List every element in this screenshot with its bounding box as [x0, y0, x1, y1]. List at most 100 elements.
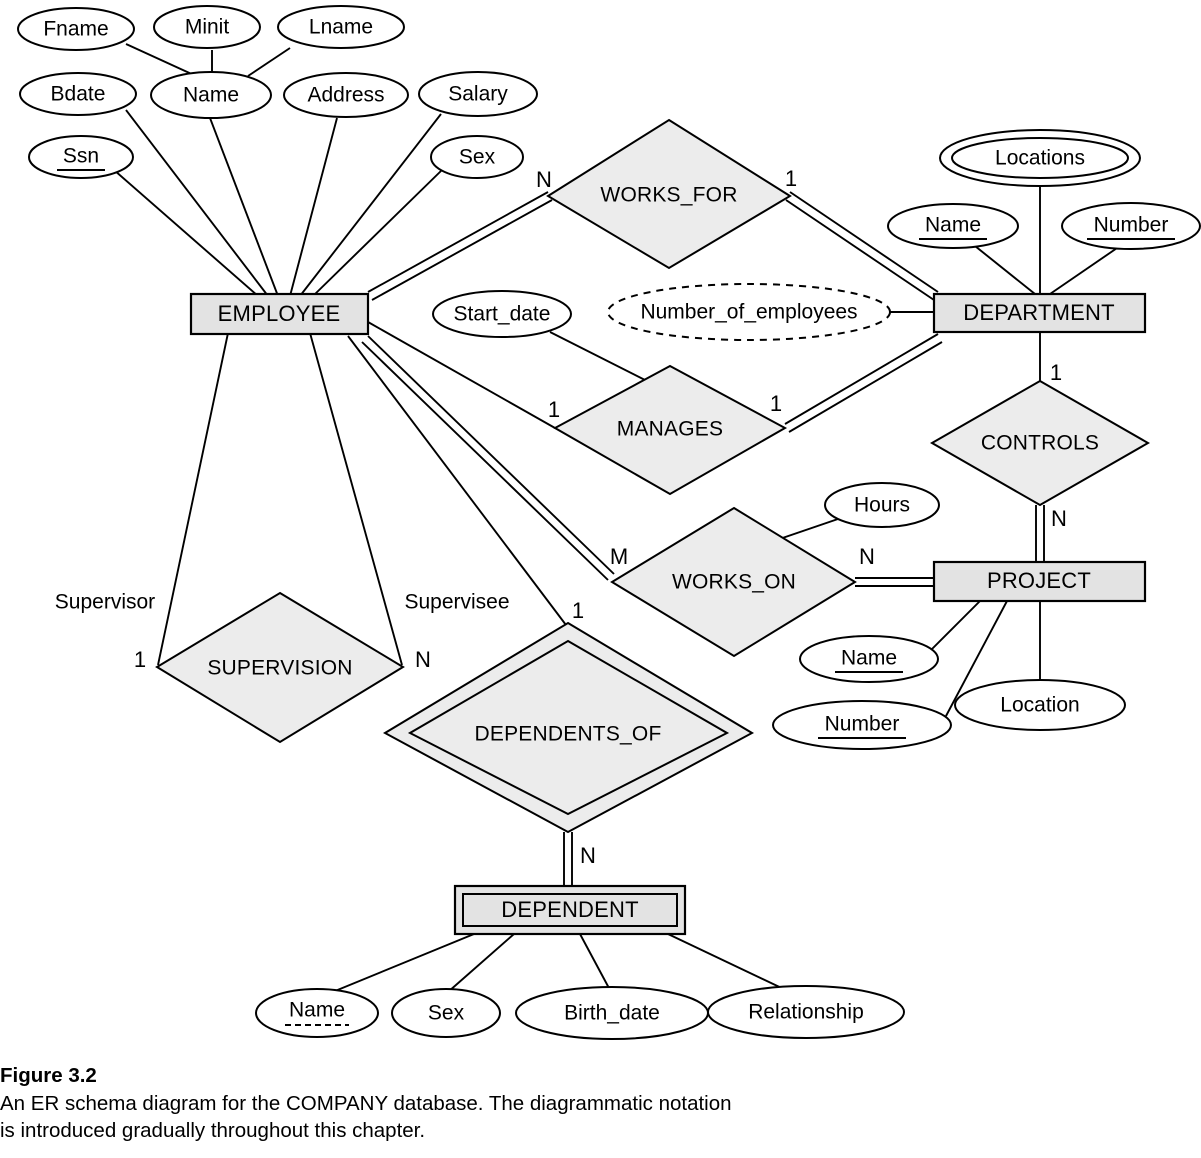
attribute-dependent-name[interactable]: Name [255, 988, 379, 1038]
relationship-supervision[interactable]: SUPERVISION [155, 591, 405, 744]
attribute-project-number[interactable]: Number [772, 700, 952, 750]
attribute-employee-address-label: Address [307, 84, 384, 107]
entity-dependent[interactable]: DEPENDENT [453, 884, 687, 936]
relationship-works-on-label: WORKS_ON [672, 571, 796, 594]
attribute-employee-lname[interactable]: Lname [277, 5, 405, 49]
link-salary-employee [299, 113, 442, 297]
attribute-department-number-of-employees-label: Number_of_employees [640, 301, 857, 324]
attribute-dependent-birth-date[interactable]: Birth_date [515, 986, 709, 1040]
entity-project-label: PROJECT [987, 568, 1091, 593]
link-employee-supervision-supervisee [309, 332, 403, 666]
link-proj-name-project [930, 600, 981, 651]
link-lname-name [247, 47, 291, 77]
attribute-dependent-sex-label: Sex [428, 1002, 465, 1025]
link-employee-dependents_of [347, 335, 567, 626]
attribute-dependent-sex[interactable]: Sex [391, 988, 501, 1038]
attribute-employee-bdate[interactable]: Bdate [19, 72, 137, 116]
link-dept-number-department [1049, 245, 1121, 295]
attribute-employee-name[interactable]: Name [150, 71, 272, 119]
attribute-dependent-relationship[interactable]: Relationship [707, 985, 905, 1039]
attribute-department-number-label: Number [1094, 214, 1169, 237]
attribute-employee-ssn[interactable]: Ssn [28, 135, 134, 179]
link-manages-department-a [784, 333, 939, 425]
cardinality-works-on-project: N [859, 544, 875, 569]
link-employee-works_on-b [361, 341, 609, 581]
link-dep-sex-dependent [447, 933, 515, 993]
role-label-supervisor: Supervisor [55, 591, 155, 614]
attribute-employee-salary-label: Salary [448, 83, 508, 106]
link-bdate-employee [125, 109, 269, 297]
link-dep-birth_date-dependent [579, 933, 611, 991]
attribute-employee-minit[interactable]: Minit [153, 5, 261, 49]
cardinality-dependents-of-employee: 1 [572, 598, 584, 623]
relationship-dependents-of[interactable]: DEPENDENTS_OF [382, 621, 755, 834]
relationship-supervision-label: SUPERVISION [207, 657, 352, 680]
link-name-employee [209, 117, 279, 297]
link-employee-works_for-b [371, 199, 553, 301]
entity-employee[interactable]: EMPLOYEE [189, 292, 370, 336]
cardinality-works-on-employee: M [610, 544, 628, 569]
attribute-department-locations-label: Locations [995, 147, 1085, 170]
entity-project[interactable]: PROJECT [932, 560, 1147, 603]
attribute-works-on-hours[interactable]: Hours [824, 482, 940, 528]
figure-caption-line2: is introduced gradually throughout this … [0, 1119, 426, 1143]
link-start_date-manages [549, 331, 646, 381]
relationship-works-for-label: WORKS_FOR [600, 184, 737, 207]
cardinality-manages-employee: 1 [548, 397, 560, 422]
cardinality-works-for-employee: N [536, 167, 552, 192]
figure-caption: Figure 3.2 An ER schema diagram for the … [0, 1062, 760, 1145]
attribute-department-number-of-employees[interactable]: Number_of_employees [607, 283, 891, 341]
cardinality-manages-department: 1 [770, 391, 782, 416]
relationship-works-on[interactable]: WORKS_ON [610, 506, 857, 658]
attribute-dependent-relationship-label: Relationship [748, 1001, 864, 1024]
attribute-employee-ssn-label: Ssn [63, 145, 99, 168]
figure-number: Figure 3.2 [0, 1064, 97, 1087]
attribute-manages-start-date-label: Start_date [454, 303, 551, 326]
er-diagram-canvas: WORKS_FOR MANAGES WORKS_ON CONTROLS SUPE… [17, 5, 1201, 1040]
attribute-department-name-label: Name [925, 214, 981, 237]
attribute-employee-minit-label: Minit [185, 16, 230, 39]
role-label-supervisee: Supervisee [404, 591, 509, 614]
link-address-employee [289, 117, 338, 297]
attribute-employee-lname-label: Lname [309, 16, 373, 39]
attribute-dependent-birth-date-label: Birth_date [564, 1002, 660, 1025]
cardinality-supervision-supervisor: 1 [134, 647, 146, 672]
cardinality-controls-project: N [1051, 506, 1067, 531]
relationship-controls-label: CONTROLS [981, 432, 1099, 455]
attribute-project-number-label: Number [825, 713, 900, 736]
attribute-employee-sex[interactable]: Sex [430, 135, 524, 179]
attribute-employee-name-label: Name [183, 84, 239, 107]
attribute-department-number[interactable]: Number [1061, 202, 1201, 250]
attribute-project-name-label: Name [841, 647, 897, 670]
cardinality-dependents-of-dependent: N [580, 843, 596, 868]
relationship-works-for[interactable]: WORKS_FOR [546, 118, 792, 270]
link-employee-supervision-supervisor [157, 332, 229, 666]
cardinality-controls-department: 1 [1050, 360, 1062, 385]
relationship-manages-label: MANAGES [617, 418, 723, 441]
attribute-employee-address[interactable]: Address [283, 72, 409, 118]
attribute-employee-sex-label: Sex [459, 146, 496, 169]
attribute-department-name[interactable]: Name [887, 203, 1019, 249]
attribute-project-location-label: Location [1000, 694, 1079, 717]
attribute-employee-fname-label: Fname [43, 18, 108, 41]
link-dep-relationship-dependent [667, 933, 791, 993]
relationship-controls[interactable]: CONTROLS [929, 379, 1151, 507]
er-diagram: WORKS_FOR MANAGES WORKS_ON CONTROLS SUPE… [0, 0, 1201, 1158]
entity-department[interactable]: DEPARTMENT [932, 292, 1147, 334]
attribute-works-on-hours-label: Hours [854, 494, 910, 517]
attribute-project-location[interactable]: Location [954, 679, 1126, 731]
entity-employee-label: EMPLOYEE [218, 301, 341, 326]
attribute-employee-salary[interactable]: Salary [418, 71, 538, 117]
link-employee-works_on-a [367, 335, 615, 575]
attribute-project-name[interactable]: Name [799, 635, 939, 683]
attribute-manages-start-date[interactable]: Start_date [432, 290, 572, 338]
attribute-employee-fname[interactable]: Fname [17, 7, 135, 51]
attribute-dependent-name-label: Name [289, 999, 345, 1022]
cardinality-works-for-department: 1 [785, 166, 797, 191]
entity-dependent-label: DEPENDENT [501, 897, 639, 922]
link-dept-name-department [974, 245, 1036, 295]
attribute-employee-bdate-label: Bdate [51, 83, 106, 106]
relationship-manages[interactable]: MANAGES [552, 364, 788, 496]
attribute-department-locations[interactable]: Locations [939, 129, 1141, 187]
cardinality-supervision-supervisee: N [415, 647, 431, 672]
